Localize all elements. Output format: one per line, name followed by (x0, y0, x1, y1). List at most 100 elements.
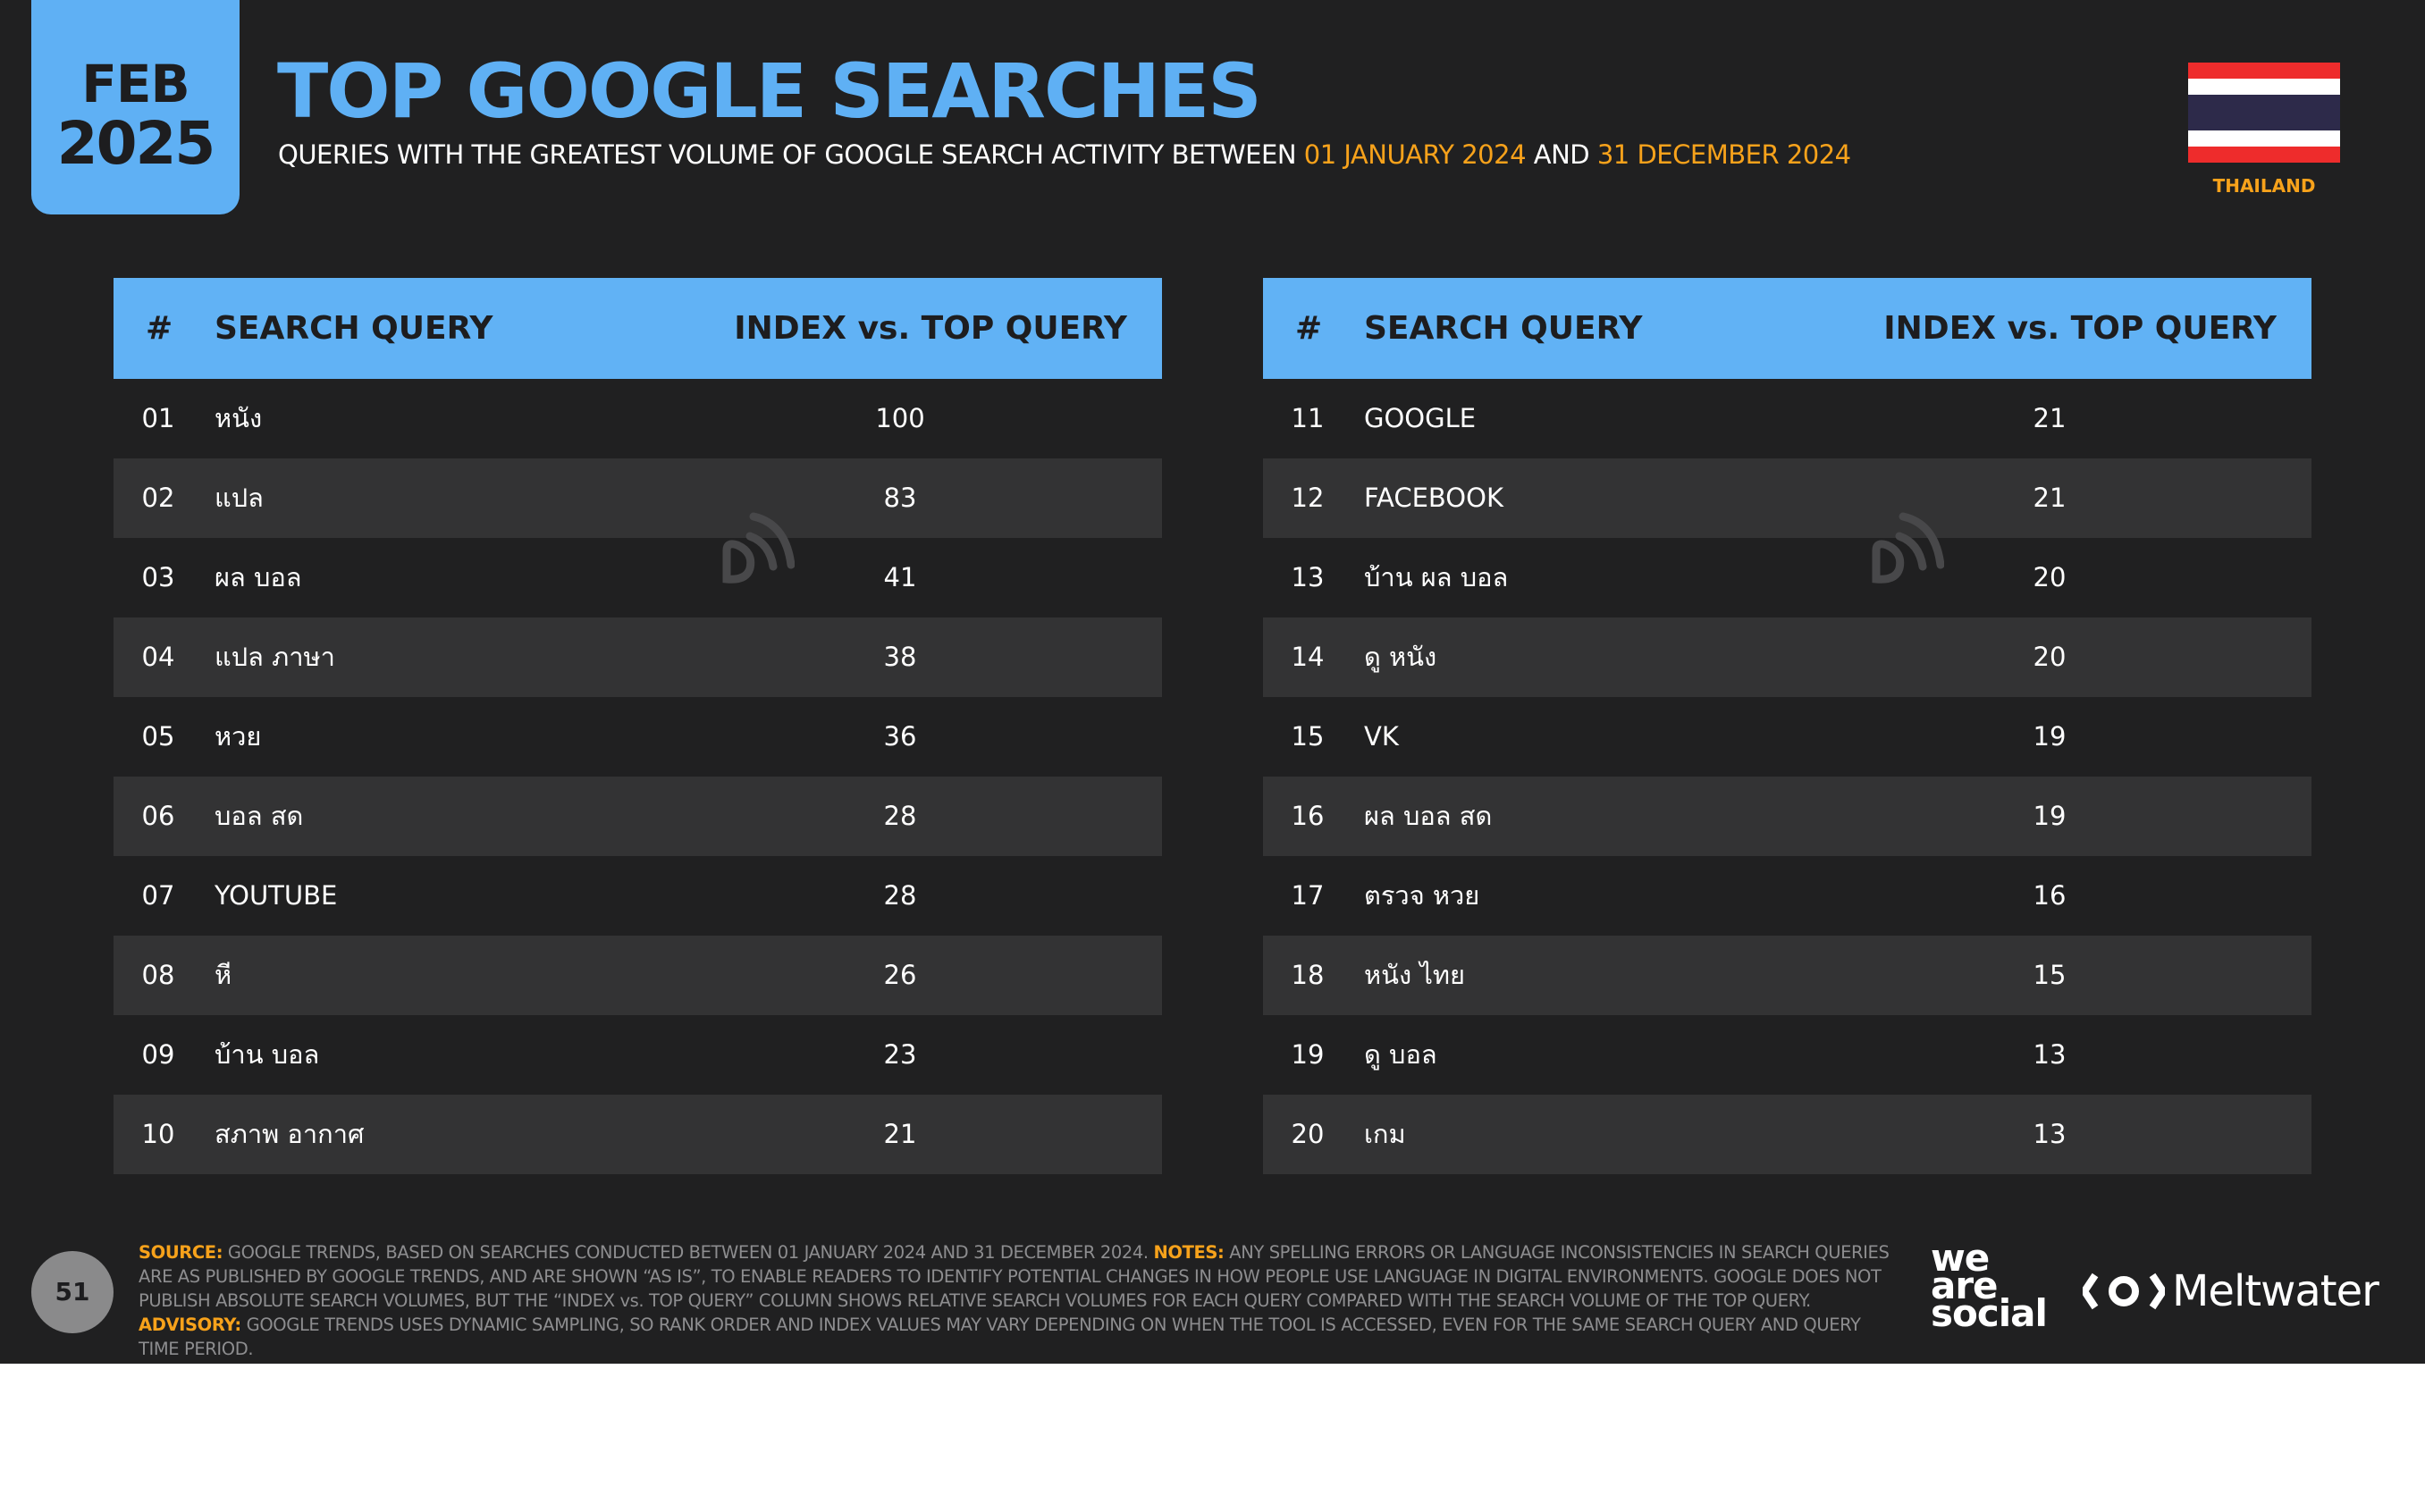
row-index: 100 (875, 403, 925, 433)
row-index: 41 (883, 562, 917, 592)
row-query: แปล ภาษา (215, 642, 335, 672)
row-rank: 04 (141, 642, 175, 672)
table-row: 15 VK 19 (1263, 697, 2311, 777)
table-row: 18 หนัง ไทย 15 (1263, 936, 2311, 1015)
row-query: FACEBOOK (1364, 483, 1503, 513)
search-table-left: # SEARCH QUERY INDEX vs. TOP QUERY 01 หนั… (114, 278, 1162, 1174)
row-query: หี (215, 960, 232, 990)
table-row: 06 บอล สด 28 (114, 777, 1162, 856)
row-query: เกม (1364, 1119, 1406, 1149)
row-rank: 14 (1291, 642, 1325, 672)
page-subtitle: QUERIES WITH THE GREATEST VOLUME OF GOOG… (278, 139, 1851, 171)
row-query: บ้าน ผล บอล (1364, 562, 1509, 592)
row-query: ผล บอล (215, 562, 302, 592)
table-row: 02 แปล 83 (114, 458, 1162, 538)
source-label: SOURCE: (139, 1242, 223, 1263)
row-rank: 11 (1291, 403, 1325, 433)
we-are-social-logo: we are social (1931, 1239, 2048, 1335)
row-rank: 01 (141, 403, 175, 433)
table-row: 03 ผล บอล 41 (114, 538, 1162, 617)
meltwater-logo-icon (2083, 1273, 2165, 1310)
column-header-index: INDEX vs. TOP QUERY (734, 310, 1127, 347)
table-row: 11 GOOGLE 21 (1263, 379, 2311, 458)
row-rank: 19 (1291, 1039, 1325, 1070)
subtitle-date-start: 01 JANUARY 2024 (1303, 139, 1527, 170)
table-row: 08 หี 26 (114, 936, 1162, 1015)
table-row: 13 บ้าน ผล บอล 20 (1263, 538, 2311, 617)
row-rank: 02 (141, 483, 175, 513)
row-query: สภาพ อากาศ (215, 1119, 365, 1149)
source-text: GOOGLE TRENDS, BASED ON SEARCHES CONDUCT… (227, 1242, 1149, 1263)
subtitle-and: AND (1533, 139, 1590, 170)
row-index: 13 (2033, 1039, 2067, 1070)
meltwater-logo: Meltwater (2083, 1260, 2379, 1323)
table-row: 09 บ้าน บอล 23 (114, 1015, 1162, 1095)
row-rank: 18 (1291, 960, 1325, 990)
row-index: 36 (883, 721, 917, 752)
row-rank: 12 (1291, 483, 1325, 513)
notes-label: NOTES: (1153, 1242, 1225, 1263)
row-query: หวย (215, 721, 262, 752)
table-row: 16 ผล บอล สด 19 (1263, 777, 2311, 856)
row-rank: 15 (1291, 721, 1325, 752)
row-rank: 08 (141, 960, 175, 990)
row-index: 26 (883, 960, 917, 990)
row-query: YOUTUBE (215, 880, 338, 911)
column-header-index: INDEX vs. TOP QUERY (1883, 310, 2277, 347)
row-index: 13 (2033, 1119, 2067, 1149)
page-number: 51 (31, 1251, 114, 1333)
row-rank: 05 (141, 721, 175, 752)
table-row: 01 หนัง 100 (114, 379, 1162, 458)
row-query: บ้าน บอล (215, 1039, 320, 1070)
row-index: 20 (2033, 562, 2067, 592)
table-row: 12 FACEBOOK 21 (1263, 458, 2311, 538)
table-row: 14 ดู หนัง 20 (1263, 617, 2311, 697)
table-row: 20 เกม 13 (1263, 1095, 2311, 1174)
datareportal-watermark-icon (1872, 512, 1944, 584)
row-query: บอล สด (215, 801, 304, 831)
row-index: 21 (2033, 483, 2067, 513)
row-query: ดู บอล (1364, 1039, 1437, 1070)
row-index: 38 (883, 642, 917, 672)
row-index: 20 (2033, 642, 2067, 672)
date-badge-month: FEB (81, 54, 189, 114)
row-rank: 09 (141, 1039, 175, 1070)
row-rank: 03 (141, 562, 175, 592)
table-row: 17 ตรวจ หวย 16 (1263, 856, 2311, 936)
subtitle-prefix: QUERIES WITH THE GREATEST VOLUME OF GOOG… (278, 139, 1297, 170)
row-index: 23 (883, 1039, 917, 1070)
row-query: ดู หนัง (1364, 642, 1437, 672)
row-query: ตรวจ หวย (1364, 880, 1480, 911)
table-header: # SEARCH QUERY INDEX vs. TOP QUERY (114, 278, 1162, 379)
row-index: 28 (883, 801, 917, 831)
row-index: 19 (2033, 721, 2067, 752)
row-query: แปล (215, 483, 264, 513)
row-rank: 16 (1291, 801, 1325, 831)
table-row: 04 แปล ภาษา 38 (114, 617, 1162, 697)
row-query: หนัง (215, 403, 263, 433)
page-title: TOP GOOGLE SEARCHES (277, 47, 1262, 135)
footnote: SOURCE: GOOGLE TRENDS, BASED ON SEARCHES… (139, 1240, 1890, 1361)
row-index: 19 (2033, 801, 2067, 831)
row-rank: 13 (1291, 562, 1325, 592)
slide: FEB 2025 TOP GOOGLE SEARCHES QUERIES WIT… (0, 0, 2425, 1364)
row-query: ผล บอล สด (1364, 801, 1493, 831)
row-index: 28 (883, 880, 917, 911)
date-badge: FEB 2025 (31, 0, 240, 214)
table-row: 19 ดู บอล 13 (1263, 1015, 2311, 1095)
row-index: 83 (883, 483, 917, 513)
table-row: 05 หวย 36 (114, 697, 1162, 777)
date-badge-year: 2025 (56, 109, 216, 178)
row-index: 21 (2033, 403, 2067, 433)
row-rank: 17 (1291, 880, 1325, 911)
row-rank: 07 (141, 880, 175, 911)
search-table-right: # SEARCH QUERY INDEX vs. TOP QUERY 11 GOO… (1263, 278, 2311, 1174)
row-query: VK (1364, 721, 1399, 752)
logo-line: social (1931, 1291, 2048, 1335)
row-query: GOOGLE (1364, 403, 1477, 433)
row-index: 21 (883, 1119, 917, 1149)
row-index: 15 (2033, 960, 2067, 990)
datareportal-watermark-icon (722, 512, 795, 584)
table-header: # SEARCH QUERY INDEX vs. TOP QUERY (1263, 278, 2311, 379)
advisory-text: GOOGLE TRENDS USES DYNAMIC SAMPLING, SO … (139, 1315, 1861, 1359)
